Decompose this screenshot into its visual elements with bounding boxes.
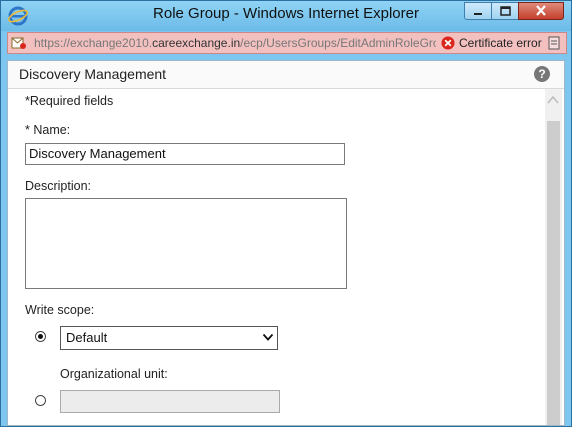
url-prefix: https://exchange2010. [34,36,153,50]
address-bar[interactable]: https://exchange2010.careexchange.in/ecp… [7,32,567,54]
description-textarea[interactable] [25,198,347,289]
chevron-down-icon [262,333,274,341]
browser-window: Role Group - Windows Internet Explorer h… [0,0,572,427]
organizational-unit-radio[interactable] [35,395,46,406]
scrollbar-thumb[interactable] [547,121,560,425]
dialog-header: Discovery Management ? [8,61,564,89]
certificate-error-icon[interactable] [441,36,455,50]
required-fields-note: *Required fields [25,94,114,108]
write-scope-label: Write scope: [25,303,95,317]
certificate-error-text[interactable]: Certificate error [459,36,542,50]
minimize-icon [474,13,482,15]
close-icon [536,5,546,16]
url-domain: careexchange.in [152,36,241,50]
maximize-button[interactable] [491,2,519,20]
minimize-button[interactable] [464,2,492,20]
vertical-scrollbar[interactable] [545,89,562,425]
name-input[interactable]: Discovery Management [25,143,345,165]
page-compat-icon[interactable] [547,36,561,50]
url-path: /ecp/UsersGroups/EditAdminRoleGro [240,36,436,50]
help-icon[interactable]: ? [534,66,550,82]
default-scope-radio[interactable] [35,331,46,342]
title-bar[interactable]: Role Group - Windows Internet Explorer [1,1,571,31]
address-url[interactable]: https://exchange2010.careexchange.in/ecp… [34,36,436,50]
page-title: Discovery Management [19,66,167,82]
dialog-content: Discovery Management ? *Required fields … [7,60,565,426]
page-icon [11,37,26,49]
write-scope-value: Default [66,330,108,345]
maximize-icon [500,6,511,16]
write-scope-select[interactable]: Default [60,326,278,350]
organizational-unit-label: Organizational unit: [60,367,168,381]
description-label: Description: [25,179,91,193]
name-label: * Name: [25,123,71,137]
scroll-up-icon[interactable] [547,95,559,105]
organizational-unit-input[interactable] [60,390,280,413]
close-button[interactable] [518,2,564,20]
